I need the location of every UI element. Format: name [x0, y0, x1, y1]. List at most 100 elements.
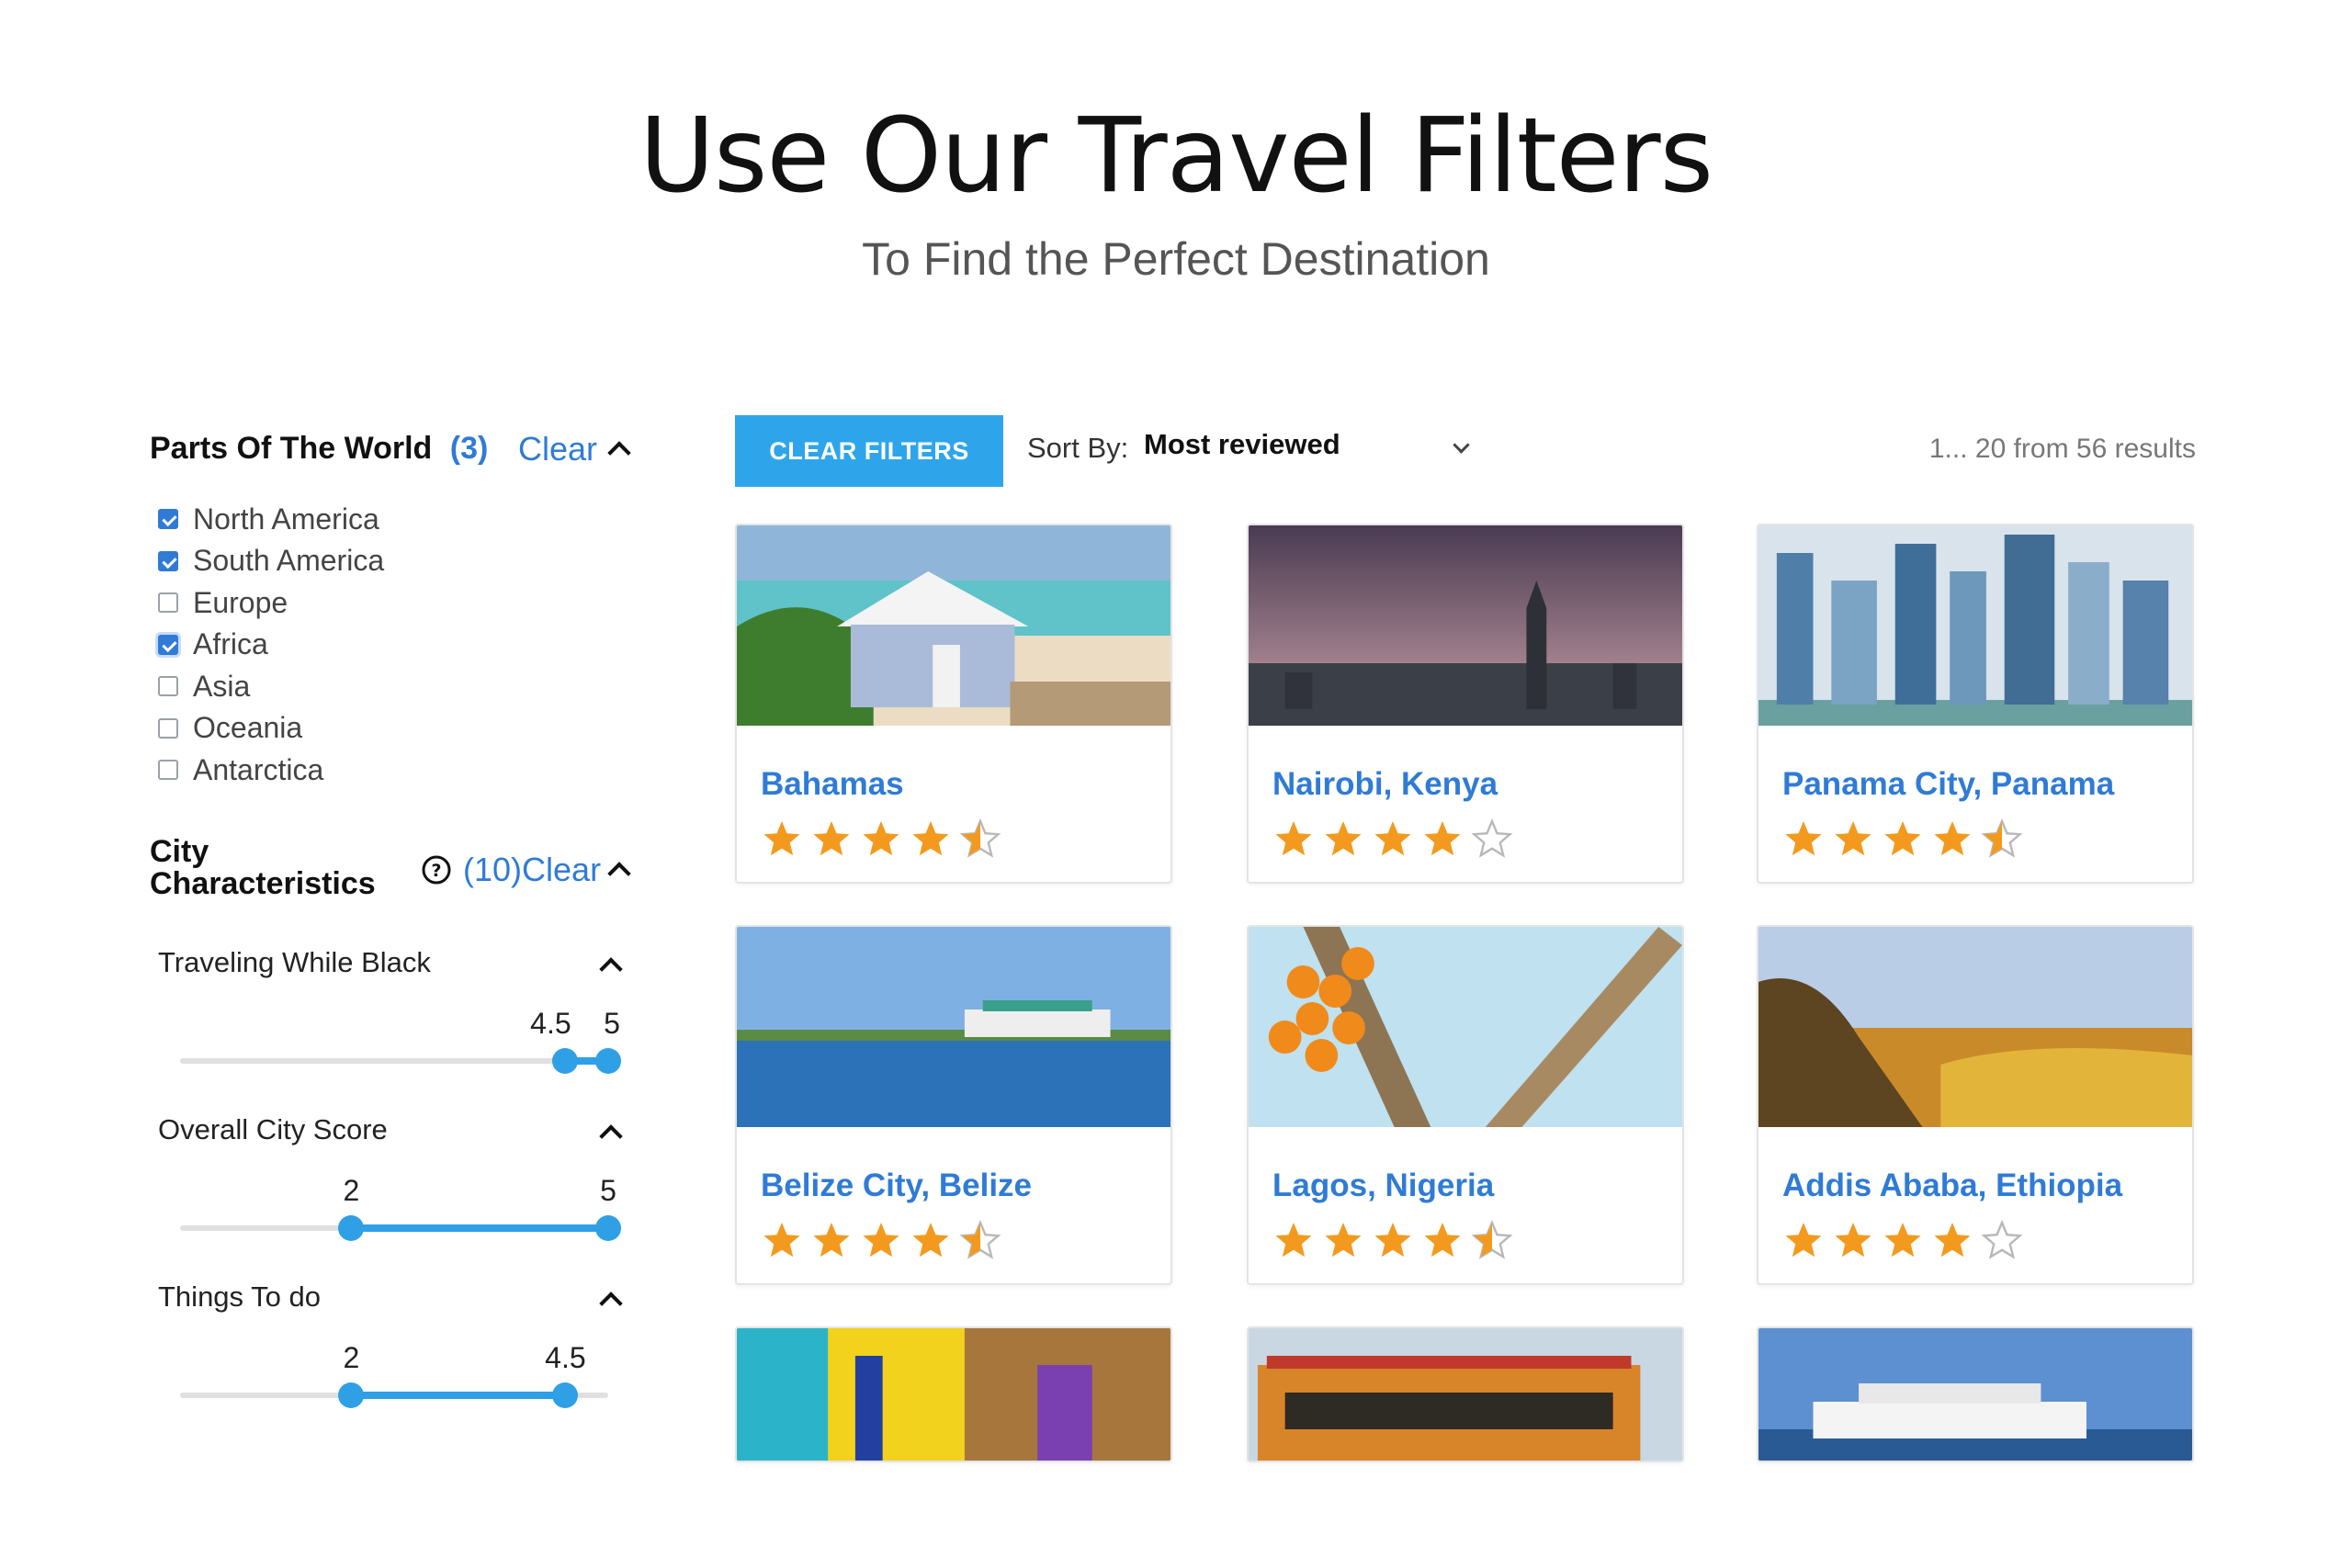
destination-image — [1758, 927, 2192, 1127]
star-icon — [813, 821, 850, 856]
star-icon — [1884, 1223, 1921, 1258]
star-icon — [763, 821, 800, 856]
destination-image — [1758, 1328, 2192, 1461]
destination-title[interactable]: Nairobi, Kenya — [1272, 766, 1498, 803]
star-icon — [959, 1219, 1001, 1259]
region-option[interactable]: Oceania — [158, 708, 302, 749]
city-characteristics-title-line2: Characteristics — [150, 866, 376, 901]
region-checkbox[interactable] — [158, 717, 178, 739]
destination-card[interactable]: Panama City, Panama — [1757, 524, 2194, 884]
region-checkbox[interactable] — [158, 509, 178, 529]
sort-select[interactable]: Most reviewed — [1144, 428, 1340, 461]
region-label: Oceania — [193, 711, 303, 744]
destination-card[interactable] — [1247, 1326, 1684, 1462]
star-rating — [1782, 1219, 2030, 1261]
chevron-up-icon[interactable] — [599, 957, 623, 981]
range-filter-title: Things To do — [158, 1280, 321, 1313]
region-checkbox[interactable] — [158, 550, 178, 571]
star-icon — [912, 1223, 949, 1258]
city-characteristics-count: (10) — [463, 851, 523, 888]
destination-card[interactable]: Belize City, Belize — [735, 925, 1172, 1285]
range-filter-title: Traveling While Black — [158, 946, 431, 978]
city-characteristics-title-line1: City — [150, 834, 209, 869]
destination-image — [1249, 927, 1682, 1127]
range-min-handle[interactable] — [338, 1215, 365, 1241]
star-icon — [1785, 821, 1822, 856]
page-subtitle: To Find the Perfect Destination — [862, 233, 1490, 285]
region-option[interactable]: North America — [158, 499, 379, 539]
range-slider-fill — [351, 1224, 608, 1232]
star-icon — [1835, 1223, 1871, 1258]
range-max-handle[interactable] — [595, 1048, 621, 1074]
parts-of-world-collapse-icon[interactable] — [607, 441, 631, 465]
destination-title[interactable]: Addis Ababa, Ethiopia — [1782, 1168, 2122, 1204]
star-icon — [1374, 1223, 1411, 1258]
chevron-up-icon[interactable] — [599, 1124, 623, 1148]
region-checkbox[interactable] — [158, 760, 178, 780]
city-characteristics-heading: City Characteristics — [150, 836, 376, 900]
range-min-handle[interactable] — [338, 1382, 365, 1408]
destination-image — [737, 1328, 1170, 1461]
destination-card[interactable]: Lagos, Nigeria — [1247, 925, 1684, 1285]
star-icon — [959, 818, 1001, 858]
region-label: Antarctica — [193, 752, 324, 786]
chevron-up-icon[interactable] — [599, 1292, 623, 1315]
star-icon — [1471, 818, 1513, 858]
chevron-down-icon[interactable] — [1453, 436, 1470, 454]
sort-by-label: Sort By: — [1027, 432, 1129, 464]
range-max-handle[interactable] — [552, 1382, 579, 1408]
clear-filters-button[interactable]: CLEAR FILTERS — [735, 415, 1003, 487]
region-checkbox[interactable] — [158, 676, 178, 696]
range-slider-track[interactable] — [180, 1058, 608, 1064]
destination-title[interactable]: Panama City, Panama — [1782, 766, 2114, 803]
destination-card[interactable]: Bahamas — [735, 524, 1172, 884]
parts-of-world-title: Parts Of The World — [150, 431, 433, 466]
region-option[interactable]: Asia — [158, 666, 250, 706]
star-icon — [1471, 1219, 1513, 1259]
results-count: 1... 20 from 56 results — [1928, 434, 2196, 464]
star-icon — [863, 821, 899, 856]
destination-title[interactable]: Lagos, Nigeria — [1272, 1168, 1494, 1204]
destination-image — [737, 927, 1170, 1127]
star-icon — [1325, 821, 1362, 856]
range-min-handle[interactable] — [552, 1048, 579, 1074]
range-max-value: 4.5 — [545, 1341, 586, 1374]
star-icon — [1424, 821, 1461, 856]
city-characteristics-collapse-icon[interactable] — [607, 862, 631, 886]
parts-of-world-count: (3) — [449, 431, 489, 466]
region-label: Europe — [193, 585, 288, 619]
star-rating — [761, 818, 1009, 860]
star-icon — [1374, 821, 1411, 856]
region-option[interactable]: Europe — [158, 582, 288, 623]
city-characteristics-filter-controls: (10)Clear — [463, 851, 601, 889]
destination-title[interactable]: Belize City, Belize — [761, 1168, 1032, 1204]
star-icon — [1275, 1223, 1312, 1258]
range-filter-title: Overall City Score — [158, 1113, 388, 1145]
destination-image — [1758, 525, 2192, 726]
destination-image — [737, 525, 1170, 726]
region-option[interactable]: Africa — [158, 625, 268, 665]
range-slider-fill — [351, 1392, 566, 1399]
region-checkbox[interactable] — [158, 592, 178, 613]
region-option[interactable]: Antarctica — [158, 750, 323, 790]
range-max-value: 5 — [600, 1174, 616, 1207]
question-circle-icon[interactable]: ? — [421, 854, 452, 886]
destination-image — [1249, 1328, 1682, 1461]
star-rating — [1272, 1219, 1521, 1261]
range-max-value: 5 — [604, 1007, 620, 1040]
destination-card[interactable]: Nairobi, Kenya — [1247, 524, 1684, 884]
city-characteristics-clear-link[interactable]: Clear — [522, 851, 601, 888]
destination-image — [1249, 525, 1682, 726]
range-min-value: 2 — [343, 1174, 360, 1207]
range-max-handle[interactable] — [595, 1215, 621, 1241]
region-checkbox[interactable] — [158, 634, 178, 655]
destination-card[interactable] — [1757, 1326, 2194, 1462]
destination-card[interactable] — [735, 1326, 1172, 1462]
destination-title[interactable]: Bahamas — [761, 766, 904, 803]
region-option[interactable]: South America — [158, 541, 384, 581]
svg-text:?: ? — [431, 861, 441, 881]
star-icon — [863, 1223, 899, 1258]
destination-card[interactable]: Addis Ababa, Ethiopia — [1757, 925, 2194, 1285]
parts-of-world-clear-link[interactable]: Clear — [518, 430, 597, 468]
star-icon — [1275, 821, 1312, 856]
